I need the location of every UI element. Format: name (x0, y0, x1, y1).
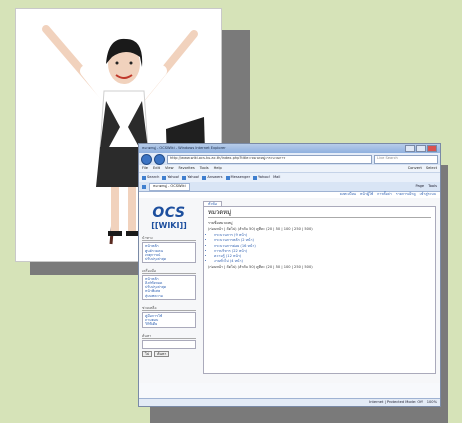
menu-view[interactable]: View (165, 166, 174, 170)
favorites-star-icon[interactable] (142, 184, 146, 189)
close-icon[interactable] (427, 145, 437, 152)
help-header: ช่วยเหลือ (142, 306, 196, 311)
help-portlet: ช่วยเหลือ คู่มือการใช้ ถามตอบ วิกิพีเดีย (142, 306, 196, 329)
sidebar-item[interactable]: สุ่มบทความ (145, 294, 193, 298)
go-button[interactable]: ไป (142, 351, 153, 358)
toolbar-yahoo-label-2: Yahoo! (187, 175, 200, 180)
category-list: กระบวนการ (9 หน้า) กระบวนการหลัก (2 หน้า… (214, 233, 431, 263)
mail-icon (253, 175, 258, 180)
toolbar-answers[interactable]: Answers (202, 175, 223, 180)
search-button[interactable]: ค้นหา (154, 351, 170, 358)
toolbar-mail[interactable]: Mail (273, 175, 280, 179)
toolbar-messenger[interactable]: Messenger (225, 175, 251, 180)
nav-header: นำทาง (142, 236, 196, 242)
list-item[interactable]: ความรู้ (12 หน้า) (214, 254, 431, 258)
back-icon[interactable] (141, 153, 152, 165)
ocs-wiki-logo[interactable]: OCS [[WIKI]] (142, 205, 196, 230)
yahoo-toolbar: Search Yahoo! Yahoo! Answers Messenger Y… (139, 172, 440, 182)
list-item[interactable]: กระบวนการ (9 หน้า) (214, 233, 431, 237)
toolbar-yahoo-label: Yahoo! (167, 175, 180, 180)
menu-edit[interactable]: Edit (153, 166, 160, 170)
list-item[interactable]: การบริหาร (22 หน้า) (214, 249, 431, 253)
tab-row: หมวดหมู่ - OCSWiki Page Tools (139, 182, 440, 192)
menu-bar: File Edit View Favorites Tools Help Conv… (139, 165, 440, 172)
paging-bottom[interactable]: (ก่อนหน้า | ถัดไป) (ลำดับ 50) ดูทีละ (20… (208, 265, 431, 269)
menu-tools[interactable]: Tools (200, 166, 209, 170)
zoom-level[interactable]: 100% (427, 400, 437, 404)
browser-titlebar: หมวดหมู่ - OCSWiki - Windows Internet Ex… (139, 144, 440, 153)
toolbar-search-label: Search (147, 175, 160, 180)
sidebar-item[interactable]: วิกิพีเดีย (145, 322, 193, 326)
tab-page[interactable]: หัวข้อ (203, 201, 223, 207)
window-title: หมวดหมู่ - OCSWiki - Windows Internet Ex… (142, 146, 226, 151)
browser-window: หมวดหมู่ - OCSWiki - Windows Internet Ex… (138, 143, 441, 407)
yahoo-icon (162, 175, 167, 180)
wiki-sidebar: OCS [[WIKI]] นำทาง หน้าหลัก ศูนย์รวมคน เ… (139, 198, 199, 383)
maximize-icon[interactable] (416, 145, 426, 152)
menu-favorites[interactable]: Favorites (179, 166, 195, 170)
wiki-content: หัวข้อ หมวดหมู่ รายชื่อหมวดหมู่ (ก่อนหน้… (199, 198, 440, 383)
toolbar-yahoo-mail[interactable]: Yahoo! (253, 175, 271, 180)
status-zone: Internet | Protected Mode: Off (369, 400, 423, 405)
forward-icon[interactable] (154, 153, 165, 165)
search-header: ค้นหา (142, 334, 196, 340)
menu-help[interactable]: Help (214, 166, 222, 170)
page-title: หมวดหมู่ (208, 209, 431, 219)
select-button[interactable]: Select (426, 166, 437, 170)
nav-portlet: นำทาง หน้าหลัก ศูนย์รวมคน เหตุการณ์ ปรับ… (142, 236, 196, 263)
address-row: http://www.wiki.ocs.ku.ac.th/index.php?t… (139, 153, 440, 165)
tab-current[interactable]: หมวดหมู่ - OCSWiki (149, 182, 190, 191)
list-item[interactable]: งานทั่วไป (4 หน้า) (214, 259, 431, 263)
search-portlet: ค้นหา ไป ค้นหา (142, 334, 196, 358)
toolbar-answers-label: Answers (207, 175, 223, 180)
wiki-search-input[interactable] (142, 340, 196, 350)
toolbar-yahoo[interactable]: Yahoo! (162, 175, 180, 180)
content-box: หมวดหมู่ รายชื่อหมวดหมู่ (ก่อนหน้า | ถัด… (203, 206, 436, 375)
convert-button[interactable]: Convert (408, 166, 422, 170)
toolbar-yahoo-label-3: Yahoo! (258, 175, 271, 180)
tools-portlet: เครื่องมือ หน้าหลัก ลิงก์ทั้งหมด ปรับปรุ… (142, 269, 196, 300)
list-item[interactable]: กระบวนการหลัก (2 หน้า) (214, 238, 431, 242)
page-menu[interactable]: Page (415, 184, 424, 188)
logo-main: OCS (152, 205, 186, 221)
toolbar-yahoo-answers[interactable]: Yahoo! (182, 175, 200, 180)
toolbar-search[interactable]: Search (142, 175, 160, 180)
tools-header: เครื่องมือ (142, 269, 196, 275)
paging-top[interactable]: (ก่อนหน้า | ถัดไป) (ลำดับ 50) ดูทีละ (20… (208, 227, 431, 231)
subtitle: รายชื่อหมวดหมู่ (208, 221, 233, 226)
wiki-page: OCS [[WIKI]] นำทาง หน้าหลัก ศูนย์รวมคน เ… (139, 198, 440, 383)
list-item[interactable]: กระบวนการย่อย (16 หน้า) (214, 244, 431, 248)
messenger-icon (225, 175, 230, 180)
answers-icon (202, 175, 207, 180)
search-input[interactable]: Live Search (374, 154, 438, 164)
status-bar: Internet | Protected Mode: Off 100% (139, 398, 440, 406)
toolbar-mail-label: Mail (273, 175, 281, 180)
sidebar-item[interactable]: ปรับปรุงล่าสุด (145, 257, 193, 261)
tools-menu[interactable]: Tools (428, 184, 437, 188)
menu-file[interactable]: File (142, 166, 148, 170)
toolbar-messenger-label: Messenger (230, 175, 251, 180)
yahoo-icon (182, 175, 187, 180)
address-bar[interactable]: http://www.wiki.ocs.ku.ac.th/index.php?t… (167, 154, 372, 164)
minimize-icon[interactable] (405, 145, 415, 152)
search-icon (142, 175, 146, 180)
logo-sub: [[WIKI]] (151, 221, 187, 231)
